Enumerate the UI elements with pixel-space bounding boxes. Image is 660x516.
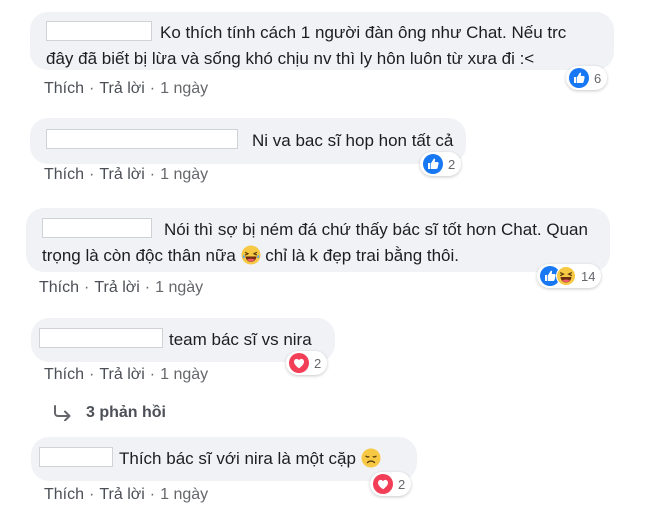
- like-icon: [423, 154, 443, 174]
- reaction-summary[interactable]: 6: [566, 66, 608, 90]
- reply-link[interactable]: Trả lời: [99, 486, 144, 503]
- comment-actions: Thích · Trả lời · 1 ngày: [44, 486, 209, 503]
- comment-text: Nói thì sợ bị ném đá chứ thấy bác sĩ tốt…: [164, 220, 588, 239]
- reaction-count: 6: [594, 70, 602, 86]
- timestamp[interactable]: 1 ngày: [155, 279, 203, 296]
- view-replies-link[interactable]: 3 phản hồi: [52, 404, 166, 422]
- timestamp[interactable]: 1 ngày: [160, 366, 208, 383]
- comment-text: chỉ là k đẹp trai bằng thôi.: [265, 246, 459, 265]
- like-link[interactable]: Thích: [44, 80, 84, 97]
- comment-text: Ni va bac sĩ hop hon tất cả: [252, 131, 454, 150]
- like-icon: [569, 68, 589, 88]
- reply-link[interactable]: Trả lời: [99, 80, 144, 97]
- reaction-summary[interactable]: 2: [370, 472, 412, 496]
- disappointed-emoji: [361, 448, 381, 468]
- like-link[interactable]: Thích: [44, 166, 84, 183]
- comment-bubble: Ko thích tính cách 1 người đàn ông như C…: [30, 12, 614, 70]
- reply-link[interactable]: Trả lời: [99, 366, 144, 383]
- timestamp[interactable]: 1 ngày: [160, 80, 208, 97]
- comment-bubble: Nói thì sợ bị ném đá chứ thấy bác sĩ tốt…: [26, 208, 610, 272]
- reaction-count: 14: [581, 268, 596, 284]
- comment-text: Thích bác sĩ với nira là một cặp: [119, 449, 356, 468]
- comment-actions: Thích · Trả lời · 1 ngày: [44, 166, 209, 183]
- reaction-summary[interactable]: 2: [286, 351, 328, 375]
- timestamp[interactable]: 1 ngày: [160, 166, 208, 183]
- like-link[interactable]: Thích: [39, 279, 79, 296]
- love-icon: [289, 353, 309, 373]
- comment-actions: Thích · Trả lời · 1 ngày: [44, 366, 209, 383]
- reply-arrow-icon: [54, 405, 71, 421]
- reaction-summary[interactable]: 2: [420, 152, 462, 176]
- commenter-name-redacted[interactable]: [39, 328, 163, 348]
- reply-link[interactable]: Trả lời: [99, 166, 144, 183]
- comment-text: trọng là còn độc thân nữa: [42, 246, 236, 265]
- commenter-name-redacted[interactable]: [46, 129, 238, 149]
- reaction-summary[interactable]: 14: [537, 264, 602, 288]
- comment-actions: Thích · Trả lời · 1 ngày: [44, 80, 209, 97]
- commenter-name-redacted[interactable]: [46, 21, 152, 41]
- laughing-emoji: [241, 245, 261, 265]
- reaction-count: 2: [398, 476, 406, 492]
- commenter-name-redacted[interactable]: [42, 218, 152, 238]
- timestamp[interactable]: 1 ngày: [160, 486, 208, 503]
- replies-count-label: 3 phản hồi: [86, 404, 166, 421]
- comment-text: Ko thích tính cách 1 người đàn ông như C…: [160, 23, 567, 42]
- like-link[interactable]: Thích: [44, 486, 84, 503]
- comment-actions: Thích · Trả lời · 1 ngày: [39, 279, 204, 296]
- reaction-count: 2: [448, 156, 456, 172]
- comment-bubble: Thích bác sĩ với nira là một cặp: [31, 437, 417, 481]
- like-link[interactable]: Thích: [44, 366, 84, 383]
- love-icon: [373, 474, 393, 494]
- reaction-count: 2: [314, 355, 322, 371]
- comment-text: team bác sĩ vs nira: [169, 330, 312, 349]
- comment-bubble: Ni va bac sĩ hop hon tất cả: [30, 118, 466, 164]
- comment-text: đây đã biết bị lừa và sống khó chịu nv t…: [46, 49, 535, 68]
- haha-icon: [556, 266, 576, 286]
- reply-link[interactable]: Trả lời: [94, 279, 139, 296]
- commenter-name-redacted[interactable]: [39, 447, 113, 467]
